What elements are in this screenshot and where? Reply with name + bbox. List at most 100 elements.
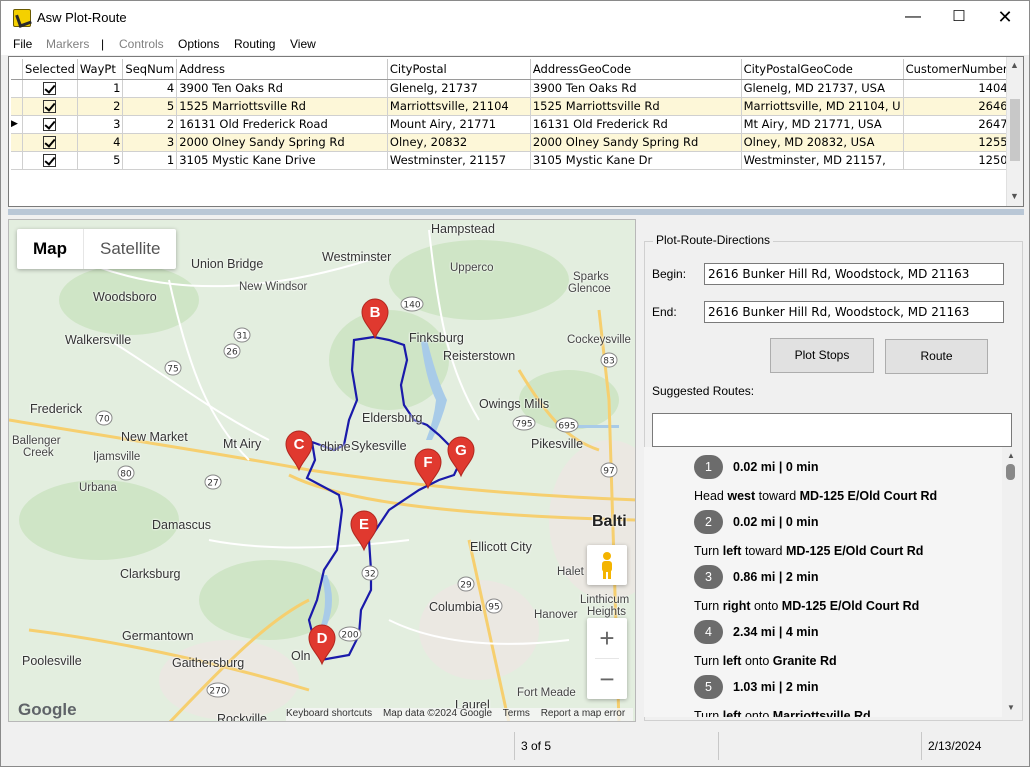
row-selector[interactable]: [11, 97, 24, 116]
map-type-satellite-button[interactable]: Satellite: [84, 229, 176, 269]
row-selector[interactable]: ▶: [11, 115, 24, 134]
close-button[interactable]: ✕: [982, 1, 1028, 33]
table-row[interactable]: ▶ 3 2 16131 Old Frederick Road Mount Airy, 2…: [11, 115, 1023, 134]
cell-customernumber[interactable]: 2646: [903, 97, 1011, 116]
menu-view[interactable]: View: [290, 37, 316, 51]
cell-waypt[interactable]: 5: [77, 151, 124, 170]
end-address-input[interactable]: 2616 Bunker Hill Rd, Woodstock, MD 21163: [704, 301, 1004, 323]
zoom-in-button[interactable]: +: [587, 618, 627, 658]
cell-customernumber[interactable]: 1404: [903, 79, 1011, 98]
map-marker-g[interactable]: G: [447, 436, 475, 478]
directions-scrollbar[interactable]: ▲ ▼: [1002, 447, 1019, 717]
selected-checkbox[interactable]: [43, 154, 57, 167]
cell-addressgeocode[interactable]: 3900 Ten Oaks Rd: [530, 79, 742, 98]
cell-customernumber[interactable]: 2647: [903, 115, 1011, 134]
waypoint-grid[interactable]: Selected WayPt SeqNum Address CityPostal…: [8, 56, 1024, 207]
report-error-link[interactable]: Report a map error: [541, 708, 625, 719]
direction-step[interactable]: 3 0.86 mi | 2 min Turn right onto MD-125…: [644, 557, 1000, 613]
cell-address[interactable]: 2000 Olney Sandy Spring Rd: [176, 133, 388, 152]
terms-link[interactable]: Terms: [503, 708, 530, 719]
scroll-up-arrow-icon[interactable]: ▲: [1010, 60, 1019, 70]
directions-steps-list[interactable]: 1 0.02 mi | 0 min Head west toward MD-12…: [644, 447, 1016, 717]
direction-step[interactable]: 1 0.02 mi | 0 min Head west toward MD-12…: [644, 447, 1000, 503]
cell-citypostal[interactable]: Westminster, 21157: [387, 151, 531, 170]
selected-checkbox[interactable]: [43, 82, 57, 95]
cell-citypostalgeocode[interactable]: Westminster, MD 21157,: [741, 151, 904, 170]
menu-file[interactable]: File: [13, 37, 32, 51]
cell-selected[interactable]: [22, 151, 78, 170]
row-selector[interactable]: [11, 79, 24, 98]
table-row[interactable]: 4 3 2000 Olney Sandy Spring Rd Olney, 20832…: [11, 133, 1023, 152]
cell-citypostal[interactable]: Olney, 20832: [387, 133, 531, 152]
cell-seqnum[interactable]: 3: [122, 133, 178, 152]
col-selected[interactable]: Selected: [22, 59, 78, 80]
cell-addressgeocode[interactable]: 16131 Old Frederick Rd: [530, 115, 742, 134]
cell-selected[interactable]: [22, 97, 78, 116]
cell-selected[interactable]: [22, 79, 78, 98]
col-addressgeocode[interactable]: AddressGeoCode: [530, 59, 742, 80]
col-citypostal[interactable]: CityPostal: [387, 59, 531, 80]
cell-customernumber[interactable]: 1250: [903, 151, 1011, 170]
cell-citypostalgeocode[interactable]: Marriottsville, MD 21104, U: [741, 97, 904, 116]
directions-scroll-thumb[interactable]: [1006, 464, 1015, 480]
cell-citypostal[interactable]: Marriottsville, 21104: [387, 97, 531, 116]
table-row[interactable]: 1 4 3900 Ten Oaks Rd Glenelg, 21737 3900 Ten…: [11, 79, 1023, 98]
table-row[interactable]: 2 5 1525 Marriottsville Rd Marriottsville, …: [11, 97, 1023, 116]
cell-seqnum[interactable]: 5: [122, 97, 178, 116]
cell-citypostal[interactable]: Mount Airy, 21771: [387, 115, 531, 134]
cell-customernumber[interactable]: 1255: [903, 133, 1011, 152]
directions-scroll-up-icon[interactable]: ▲: [1007, 451, 1015, 460]
route-button[interactable]: Route: [885, 339, 988, 374]
cell-addressgeocode[interactable]: 1525 Marriottsville Rd: [530, 97, 742, 116]
keyboard-shortcuts-link[interactable]: Keyboard shortcuts: [286, 708, 372, 719]
cell-citypostalgeocode[interactable]: Mt Airy, MD 21771, USA: [741, 115, 904, 134]
cell-seqnum[interactable]: 2: [122, 115, 178, 134]
maximize-button[interactable]: ☐: [936, 1, 982, 33]
menu-markers[interactable]: Markers: [46, 37, 89, 51]
cell-selected[interactable]: [22, 115, 78, 134]
cell-addressgeocode[interactable]: 3105 Mystic Kane Dr: [530, 151, 742, 170]
cell-citypostalgeocode[interactable]: Olney, MD 20832, USA: [741, 133, 904, 152]
cell-waypt[interactable]: 4: [77, 133, 124, 152]
cell-seqnum[interactable]: 1: [122, 151, 178, 170]
menu-options[interactable]: Options: [178, 37, 219, 51]
direction-step[interactable]: 5 1.03 mi | 2 min Turn left onto Marriot…: [644, 667, 1000, 717]
table-row[interactable]: 5 1 3105 Mystic Kane Drive Westminster, 211…: [11, 151, 1023, 170]
menu-controls[interactable]: Controls: [119, 37, 164, 51]
suggested-routes-list[interactable]: [652, 413, 1012, 447]
col-citypostalgeocode[interactable]: CityPostalGeoCode: [741, 59, 904, 80]
street-view-pegman-icon[interactable]: [587, 545, 627, 585]
map-type-map-button[interactable]: Map: [17, 229, 84, 269]
col-customernumber[interactable]: CustomerNumber: [903, 59, 1011, 80]
cell-seqnum[interactable]: 4: [122, 79, 178, 98]
directions-scroll-down-icon[interactable]: ▼: [1007, 703, 1015, 712]
cell-waypt[interactable]: 2: [77, 97, 124, 116]
col-waypt[interactable]: WayPt: [77, 59, 124, 80]
grid-scrollbar[interactable]: ▲ ▼: [1006, 57, 1023, 206]
selected-checkbox[interactable]: [43, 136, 57, 149]
cell-address[interactable]: 3900 Ten Oaks Rd: [176, 79, 388, 98]
direction-step[interactable]: 4 2.34 mi | 4 min Turn left onto Granite…: [644, 612, 1000, 668]
minimize-button[interactable]: —: [890, 1, 936, 33]
cell-address[interactable]: 3105 Mystic Kane Drive: [176, 151, 388, 170]
cell-citypostal[interactable]: Glenelg, 21737: [387, 79, 531, 98]
splitter-bar[interactable]: [8, 209, 1024, 215]
scroll-down-arrow-icon[interactable]: ▼: [1010, 191, 1019, 201]
map-marker-c[interactable]: C: [285, 430, 313, 472]
menu-routing[interactable]: Routing: [234, 37, 275, 51]
grid-scroll-thumb[interactable]: [1010, 99, 1020, 161]
selected-checkbox[interactable]: [43, 118, 57, 131]
col-address[interactable]: Address: [176, 59, 388, 80]
cell-selected[interactable]: [22, 133, 78, 152]
col-seqnum[interactable]: SeqNum: [122, 59, 178, 80]
selected-checkbox[interactable]: [43, 100, 57, 113]
row-selector[interactable]: [11, 133, 24, 152]
map-view[interactable]: B C D E F G 140 31 26 75 70 80 27 32 29 95 795 695 83 270 20…: [8, 219, 636, 722]
cell-citypostalgeocode[interactable]: Glenelg, MD 21737, USA: [741, 79, 904, 98]
plot-stops-button[interactable]: Plot Stops: [770, 338, 874, 373]
cell-waypt[interactable]: 1: [77, 79, 124, 98]
cell-addressgeocode[interactable]: 2000 Olney Sandy Spring Rd: [530, 133, 742, 152]
cell-address[interactable]: 1525 Marriottsville Rd: [176, 97, 388, 116]
cell-waypt[interactable]: 3: [77, 115, 124, 134]
zoom-out-button[interactable]: −: [587, 659, 627, 699]
